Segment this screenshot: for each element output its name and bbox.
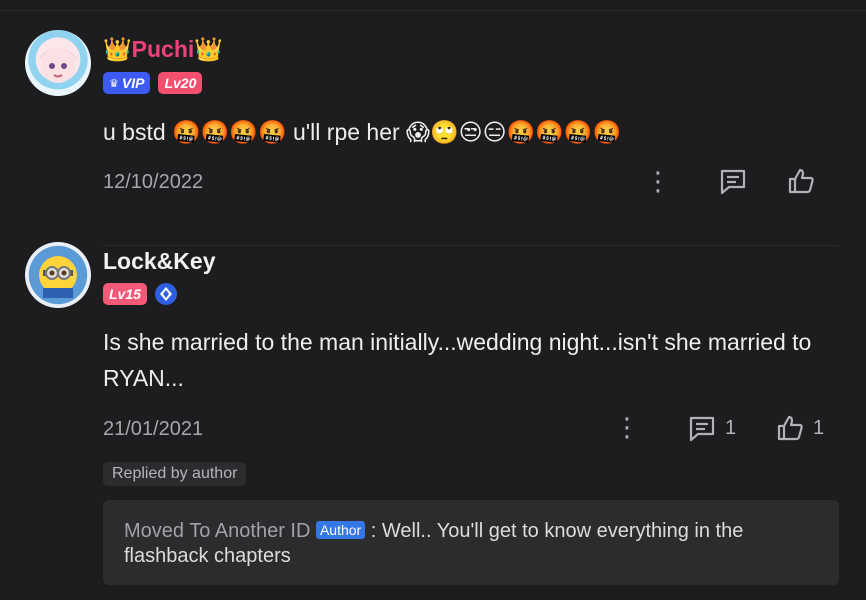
vip-badge: ♛ VIP [103, 72, 151, 94]
avatar[interactable] [25, 242, 91, 308]
author-tag: Author [315, 521, 366, 539]
user-badges: ♛ VIP Lv20 [103, 72, 203, 94]
avatar[interactable] [25, 30, 91, 96]
crown-icon: ♛ [109, 77, 119, 90]
level-badge: Lv15 [103, 283, 147, 305]
thumbs-up-icon [777, 415, 803, 441]
level-badge: Lv20 [158, 72, 203, 94]
like-count: 1 [813, 416, 825, 439]
verified-icon [154, 283, 177, 305]
author-reply[interactable]: Moved To Another ID Author : Well.. You'… [103, 500, 839, 585]
username-text: Puchi [131, 36, 195, 62]
comment-date: 12/10/2022 [103, 171, 204, 193]
comment-divider [103, 245, 838, 246]
comment-icon [689, 416, 715, 442]
username[interactable]: 👑Puchi👑 [103, 36, 223, 63]
thumbs-up-icon [788, 168, 814, 194]
username[interactable]: Lock&Key [103, 248, 215, 275]
user-badges: Lv15 [103, 283, 177, 305]
replied-by-author-label: Replied by author [103, 462, 247, 486]
top-divider [0, 10, 866, 11]
like-button[interactable]: 1 [775, 413, 824, 443]
comment-icon [720, 169, 746, 195]
crown-icon: 👑 [194, 36, 223, 62]
vip-badge-label: VIP [121, 75, 145, 91]
comment-text: Is she married to the man initially...we… [103, 329, 812, 391]
reply-count: 1 [725, 416, 737, 439]
reply-button[interactable] [718, 166, 748, 196]
like-button[interactable] [786, 166, 816, 196]
author-reply-username[interactable]: Moved To Another ID [124, 520, 310, 542]
more-vertical-icon[interactable]: ⋮ [645, 168, 671, 194]
comment-date: 21/01/2021 [103, 418, 204, 440]
crown-icon: 👑 [103, 36, 132, 62]
reply-button[interactable]: 1 [687, 413, 736, 443]
comment-text: u bstd 🤬🤬🤬🤬 u'll rpe her 😱🙄😒😑🤬🤬🤬🤬 [103, 119, 622, 145]
more-vertical-icon[interactable]: ⋮ [614, 414, 640, 440]
author-reply-text: Moved To Another ID Author : Well.. You'… [124, 519, 824, 569]
